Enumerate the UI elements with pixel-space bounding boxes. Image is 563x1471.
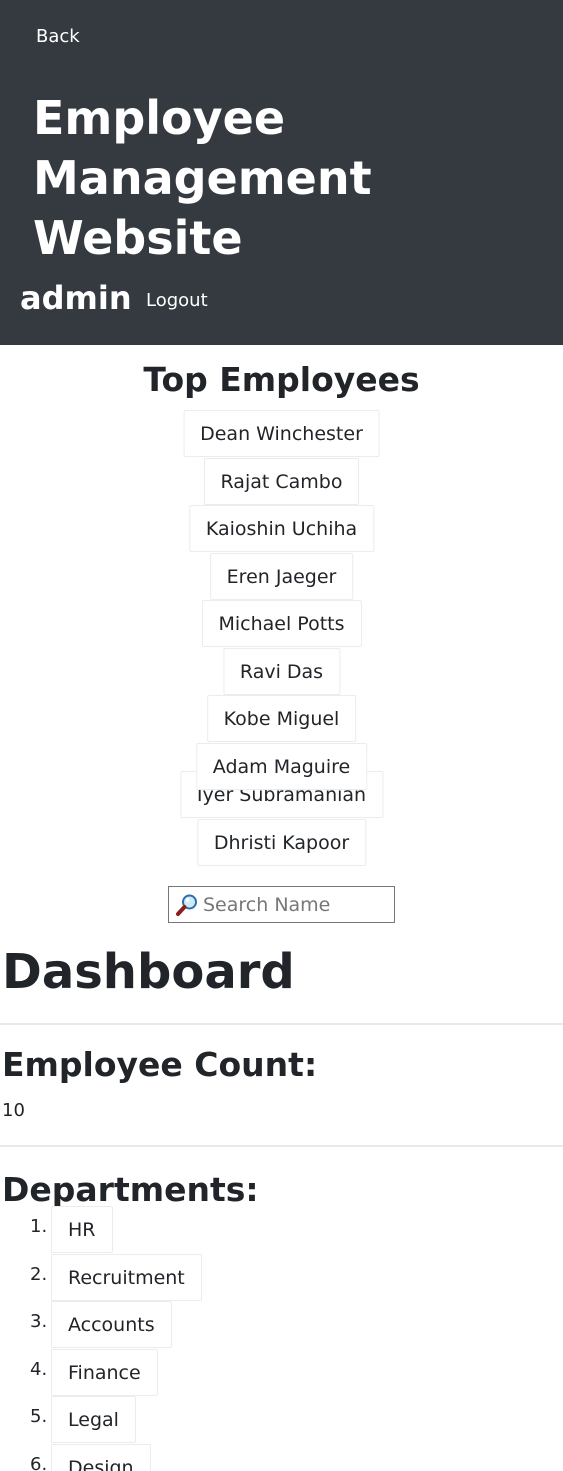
employee-count-value: 10 <box>2 1100 25 1121</box>
top-employees-title: Top Employees <box>143 360 420 399</box>
employee-count-label: Employee Count: <box>2 1045 318 1084</box>
employee-item[interactable]: Adam Maguire <box>195 743 368 790</box>
employee-item[interactable]: Kobe Miguel <box>206 695 357 742</box>
divider <box>0 1023 563 1025</box>
department-item[interactable]: Legal <box>51 1396 136 1443</box>
department-item[interactable]: Recruitment <box>51 1254 202 1301</box>
department-item[interactable]: Finance <box>51 1349 158 1396</box>
department-number: 2. <box>30 1264 48 1285</box>
employee-item[interactable]: Eren Jaeger <box>209 553 354 600</box>
employee-item[interactable]: Dean Winchester <box>183 410 380 457</box>
department-number: 6. <box>30 1454 48 1471</box>
search-input[interactable] <box>203 890 391 919</box>
magnifier-icon <box>175 893 199 917</box>
employee-item[interactable]: Dhristi Kapoor <box>196 819 367 866</box>
department-item[interactable]: Accounts <box>51 1301 172 1348</box>
department-item[interactable]: HR <box>51 1206 113 1253</box>
employee-item[interactable]: Rajat Cambo <box>203 458 360 505</box>
department-number: 1. <box>30 1216 48 1237</box>
site-title: Employee Management Website <box>33 91 372 265</box>
logout-link[interactable]: Logout <box>146 290 208 311</box>
employee-item[interactable]: Ravi Das <box>222 648 341 695</box>
back-link[interactable]: Back <box>36 26 80 47</box>
employee-item[interactable]: Kaioshin Uchiha <box>188 505 375 552</box>
divider <box>0 1145 563 1147</box>
site-header: Back Employee Management Website admin L… <box>0 0 563 345</box>
department-number: 4. <box>30 1359 48 1380</box>
departments-label: Departments: <box>2 1170 259 1209</box>
search-box <box>168 886 395 923</box>
username: admin <box>20 279 132 317</box>
department-number: 5. <box>30 1406 48 1427</box>
dashboard-title: Dashboard <box>2 944 295 1000</box>
employee-item[interactable]: Michael Potts <box>201 600 362 647</box>
department-item[interactable]: Design <box>51 1444 151 1471</box>
department-number: 3. <box>30 1311 48 1332</box>
